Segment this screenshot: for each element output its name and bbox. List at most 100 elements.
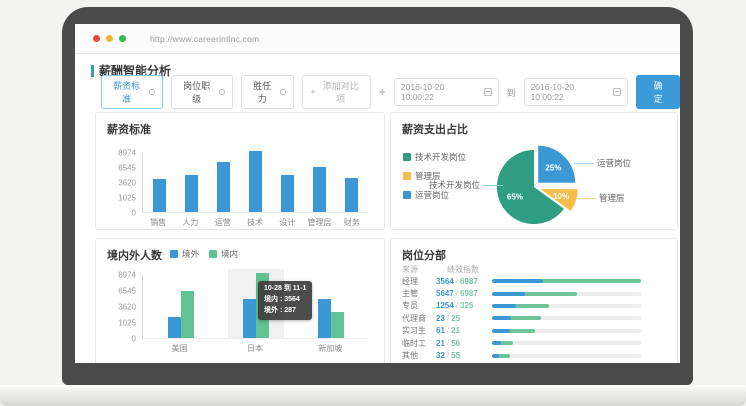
filter-toolbar: 薪资标准岗位职级胜任力 +添加对比项 + 2016-10-20 10:00:22…: [101, 81, 680, 103]
value-domestic: 55: [451, 351, 460, 360]
progress-blue: [492, 292, 525, 296]
pie-callout-operations: 运营岗位: [574, 157, 631, 169]
progress-track: [492, 341, 641, 345]
value-separator: /: [456, 289, 458, 298]
position-table: 经理3564/6987主管5647/6987专员1254/325代理商23/25…: [402, 275, 641, 362]
bar[interactable]: [181, 291, 194, 338]
y-tick-label: 3620: [118, 179, 136, 188]
legend-item: 境内: [209, 248, 238, 260]
value-separator: /: [447, 314, 449, 323]
value-domestic: 25: [451, 314, 460, 323]
browser-dot-close[interactable]: [93, 35, 100, 42]
address-bar[interactable]: http://www.careerintlnc.com: [150, 34, 259, 44]
row-label: 主管: [402, 288, 436, 299]
bar-legend: 境外境内: [170, 248, 238, 260]
value-overseas: 32: [436, 351, 445, 360]
bar-group: [143, 275, 218, 338]
y-tick-label: 0: [132, 209, 136, 218]
bar[interactable]: [313, 167, 326, 212]
value-overseas: 61: [436, 326, 445, 335]
title-accent-bar: [91, 65, 94, 77]
y-axis: 89746545362010250: [102, 275, 138, 339]
date-from-value: 2016-10-20 10:00:22: [401, 82, 479, 102]
pie-chart[interactable]: 25%10%65%: [486, 135, 606, 231]
bar[interactable]: [345, 178, 358, 212]
bar[interactable]: [331, 312, 344, 338]
browser-window: http://www.careerintlnc.com 薪酬智能分析 薪资标准岗…: [75, 24, 680, 363]
calendar-icon: [613, 88, 621, 96]
browser-dot-minimize[interactable]: [106, 35, 113, 42]
x-axis-label: 美国: [142, 343, 217, 354]
progress-blue: [492, 354, 499, 358]
table-row: 实习生61/21: [402, 325, 641, 337]
bar[interactable]: [168, 317, 181, 338]
table-row: 经理3564/6987: [402, 275, 641, 287]
pie-callout-tech: 技术开发岗位: [395, 179, 503, 191]
plus-icon[interactable]: +: [379, 85, 386, 99]
filter-chips: 薪资标准 岗位职级胜任力: [101, 75, 294, 109]
y-tick-label: 3620: [118, 303, 136, 312]
y-tick-label: 8974: [118, 149, 136, 158]
bar-slot: [239, 153, 271, 212]
browser-dot-maximize[interactable]: [119, 35, 126, 42]
bar[interactable]: [153, 179, 166, 212]
radio-circle-icon: [149, 89, 155, 95]
progress-track: [492, 316, 641, 320]
filter-chip[interactable]: 胜任力: [241, 75, 294, 109]
column-header-source: 来源: [402, 264, 418, 275]
y-tick-label: 6545: [118, 287, 136, 296]
x-axis-label: 财务: [336, 217, 368, 228]
progress-track: [492, 292, 641, 296]
value-overseas: 21: [436, 339, 445, 348]
x-axis-label: 运营: [207, 217, 239, 228]
leader-line: [576, 198, 596, 199]
filter-chip-label: 胜任力: [249, 79, 275, 105]
date-to-input[interactable]: 2016-10-20 10:00:22: [524, 78, 629, 106]
filter-chip-label: 薪资标准: [109, 79, 144, 105]
value-domestic: 325: [460, 301, 473, 310]
value-overseas: 5647: [436, 289, 454, 298]
row-values: 23/25: [436, 314, 492, 323]
tooltip-lines: 境内 : 3564境外 : 287: [264, 295, 306, 317]
progress-track: [492, 354, 641, 358]
bar[interactable]: [249, 151, 262, 212]
chart-tooltip: 10-28 到 11-1 境内 : 3564境外 : 287: [258, 281, 312, 320]
add-compare-label: 添加对比项: [319, 79, 363, 105]
dashboard: 薪酬智能分析 薪资标准岗位职级胜任力 +添加对比项 + 2016-10-20 1…: [75, 54, 680, 363]
bar-pair: [318, 299, 344, 338]
legend-swatch: [170, 250, 178, 258]
row-values: 21/56: [436, 339, 492, 348]
progress-blue: [492, 304, 516, 308]
bar-slot: [336, 153, 368, 212]
leader-line: [574, 163, 594, 164]
legend-item: 技术开发岗位: [403, 151, 466, 163]
bar[interactable]: [217, 162, 230, 212]
bar-slot: [304, 153, 336, 212]
laptop-base: [0, 385, 746, 406]
x-axis-label: 设计: [271, 217, 303, 228]
row-label: 实习生: [402, 325, 436, 336]
bar[interactable]: [243, 299, 256, 338]
progress-track: [492, 304, 641, 308]
browser-titlebar: http://www.careerintlnc.com: [75, 24, 680, 54]
bar[interactable]: [318, 299, 331, 338]
x-axis-label: 管理层: [303, 217, 335, 228]
add-compare-button[interactable]: +添加对比项: [302, 75, 371, 109]
pie-percent-label: 25%: [545, 164, 561, 173]
filter-chip[interactable]: 薪资标准: [101, 75, 163, 109]
progress-blue: [492, 329, 510, 333]
row-label: 临时工: [402, 338, 436, 349]
row-values: 1254/325: [436, 301, 492, 310]
value-overseas: 23: [436, 314, 445, 323]
confirm-button[interactable]: 确定: [636, 75, 680, 109]
filter-chip[interactable]: 岗位职级: [171, 75, 233, 109]
date-from-input[interactable]: 2016-10-20 10:00:22: [394, 78, 499, 106]
table-row: 专员1254/325: [402, 300, 641, 312]
radio-circle-icon: [219, 89, 225, 95]
x-axis-label: 技术: [239, 217, 271, 228]
calendar-icon: [484, 88, 492, 96]
bar[interactable]: [281, 175, 294, 212]
y-tick-label: 1025: [118, 319, 136, 328]
value-domestic: 21: [451, 326, 460, 335]
bar[interactable]: [185, 175, 198, 212]
